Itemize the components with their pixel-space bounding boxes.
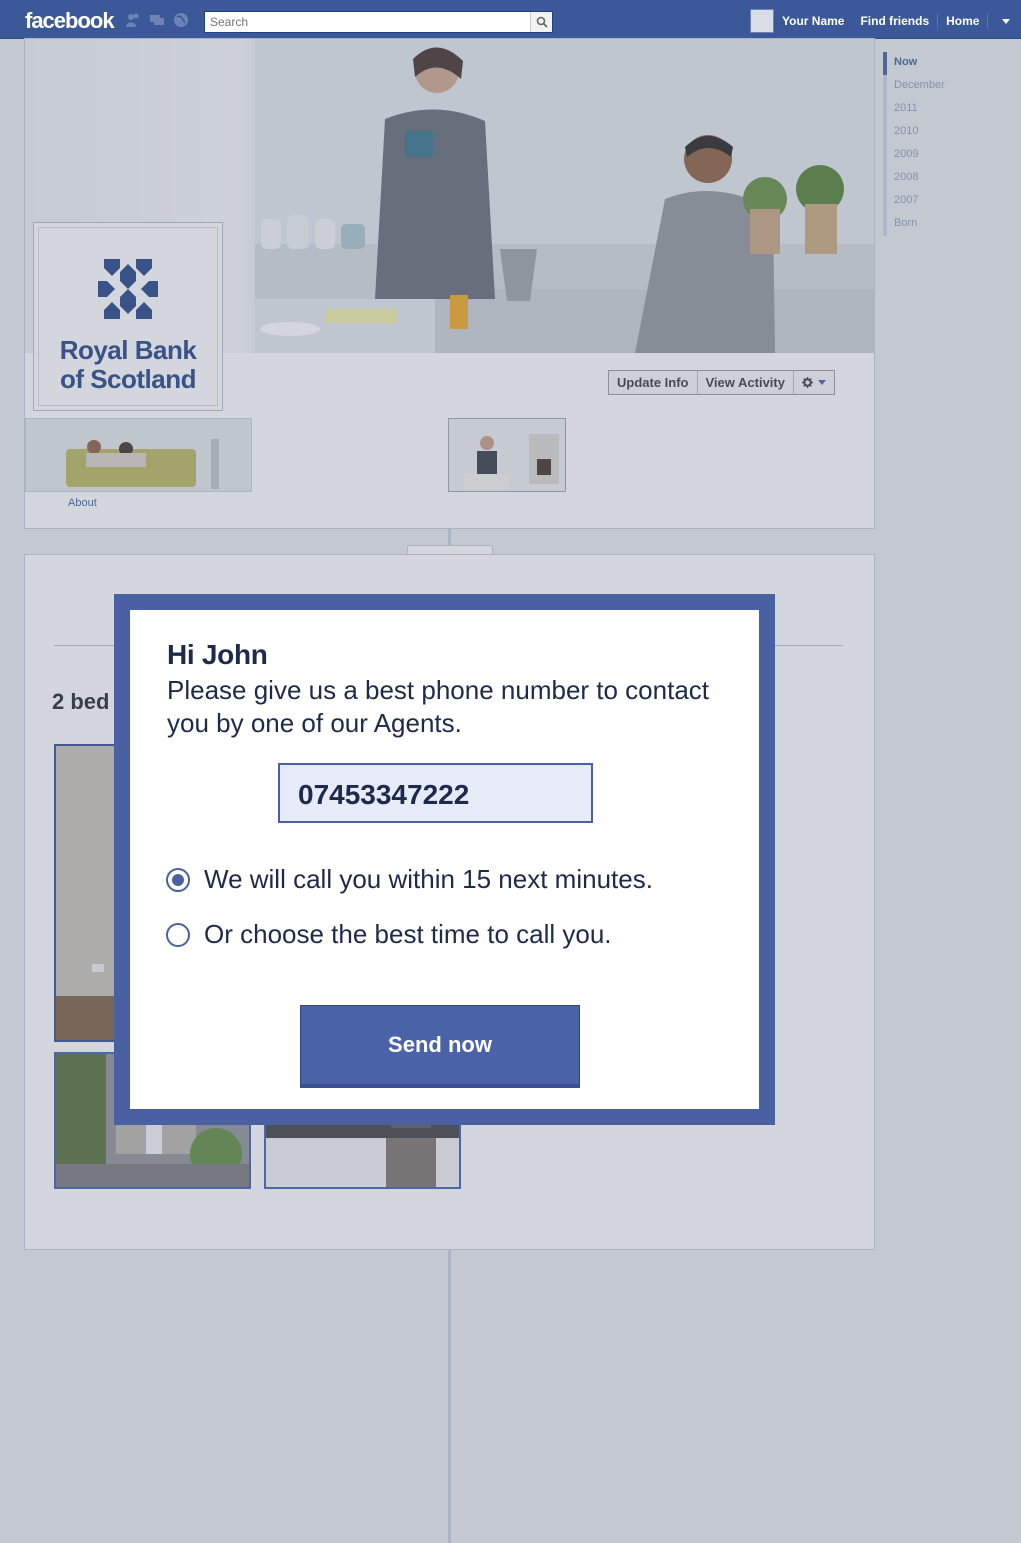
- notification-jewels: [125, 12, 189, 28]
- radio-choose-time[interactable]: [166, 922, 190, 947]
- home-link[interactable]: Home: [938, 14, 987, 28]
- top-bar: facebook Your Name Find friends Home: [0, 0, 1021, 39]
- search-button[interactable]: [530, 12, 552, 32]
- choose-time-option[interactable]: Or choose the best time to call you.: [166, 919, 612, 950]
- phone-field: [278, 763, 593, 823]
- find-friends-link[interactable]: Find friends: [852, 14, 937, 28]
- radio-call-soon[interactable]: [166, 867, 190, 892]
- modal-message: Please give us a best phone number to co…: [167, 675, 710, 738]
- user-name-link[interactable]: Your Name: [774, 14, 852, 28]
- radio-selected-dot: [172, 873, 184, 886]
- modal-greeting: Hi John: [167, 639, 268, 670]
- messages-icon[interactable]: [149, 12, 165, 28]
- search-input[interactable]: [205, 12, 531, 32]
- callback-modal-body: Hi John Please give us a best phone numb…: [130, 610, 759, 1109]
- phone-number-input[interactable]: [280, 765, 591, 821]
- user-avatar[interactable]: [750, 9, 774, 33]
- notifications-globe-icon[interactable]: [173, 12, 189, 28]
- option1-label: We will call you within 15 next minutes.: [204, 864, 653, 894]
- call-within-15-option[interactable]: We will call you within 15 next minutes.: [166, 864, 653, 895]
- nav-divider: [987, 13, 989, 29]
- friend-requests-icon[interactable]: [125, 12, 141, 28]
- callback-modal: Hi John Please give us a best phone numb…: [114, 594, 775, 1125]
- search-icon: [536, 16, 548, 28]
- search-box: [204, 11, 553, 33]
- facebook-logo[interactable]: facebook: [25, 8, 115, 34]
- option2-label: Or choose the best time to call you.: [204, 919, 612, 949]
- account-menu-caret-icon[interactable]: [1002, 18, 1011, 24]
- top-nav: Your Name Find friends Home: [750, 9, 1011, 33]
- send-now-button[interactable]: Send now: [300, 1005, 580, 1088]
